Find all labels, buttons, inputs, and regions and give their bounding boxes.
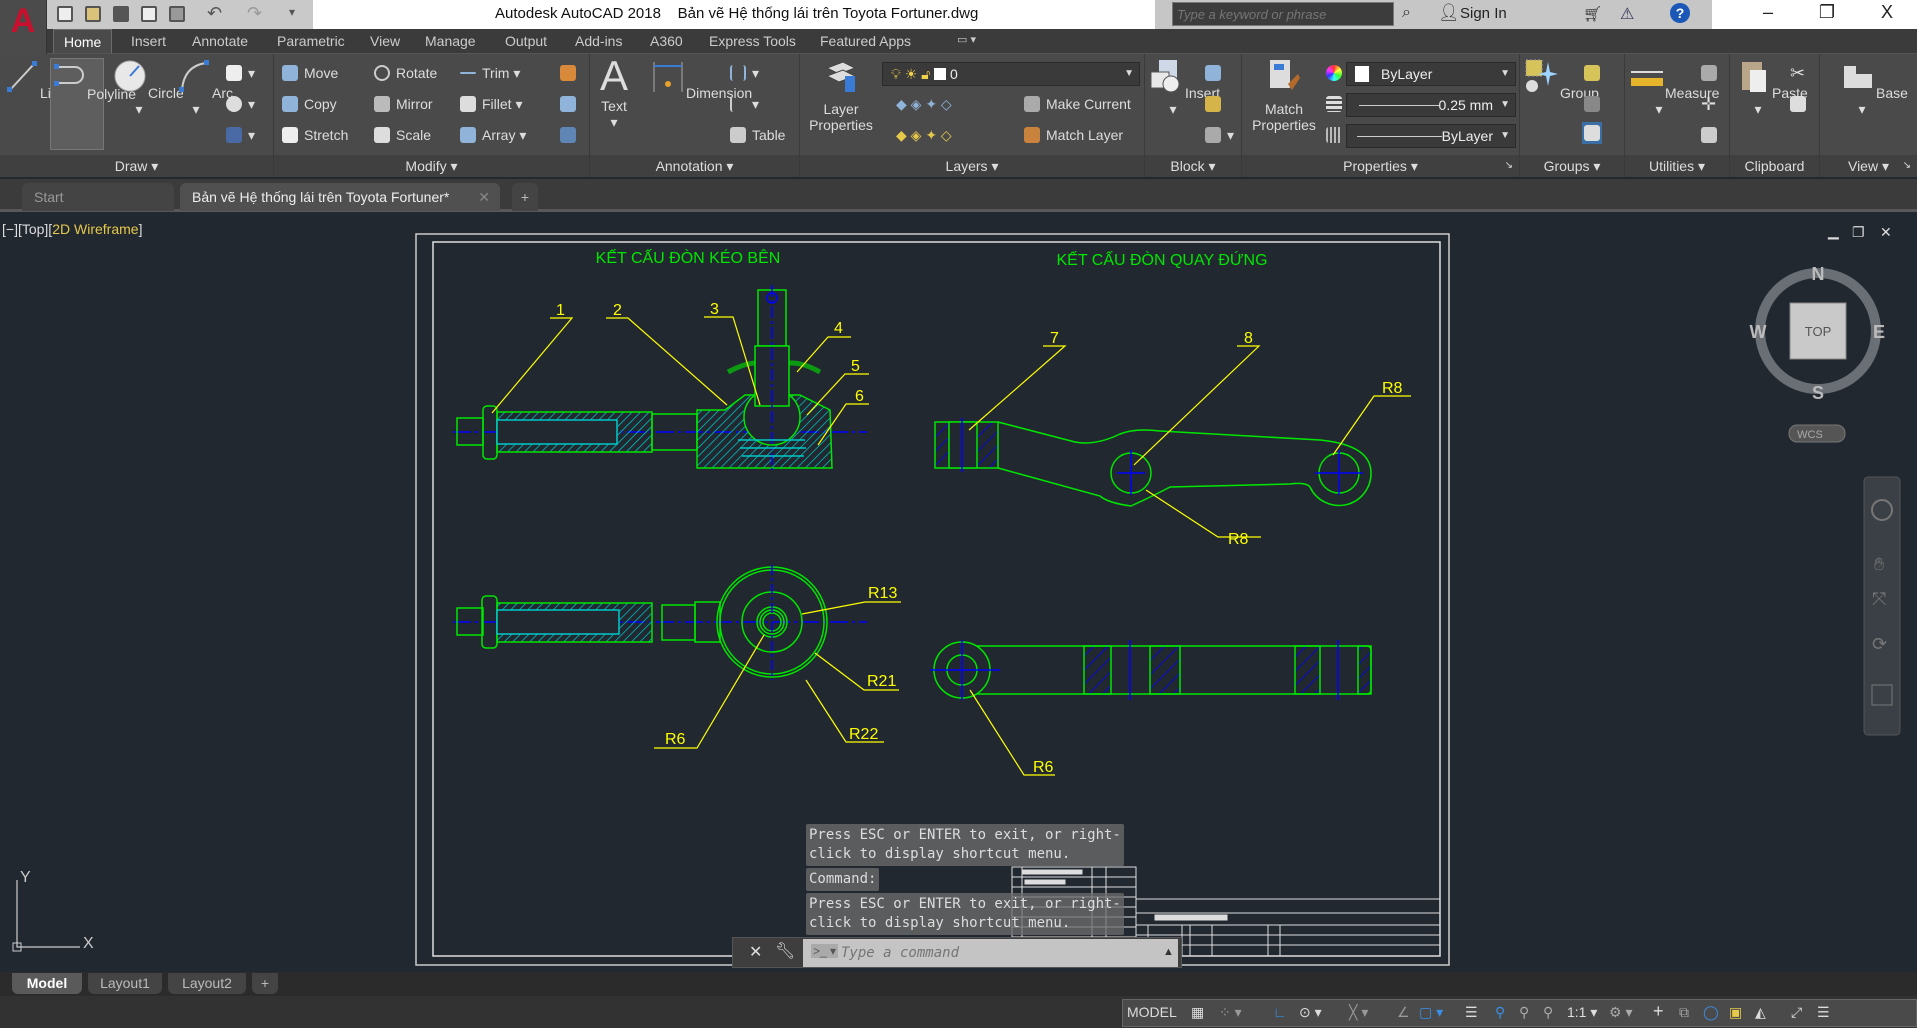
workspace-gear-icon[interactable]: ⚙ ▾: [1609, 1004, 1632, 1021]
label-5: 5: [851, 358, 860, 375]
label-3: 3: [710, 301, 719, 318]
label-6: 6: [855, 388, 864, 405]
orbit-icon[interactable]: ⟳: [1872, 634, 1887, 654]
viewport-controls[interactable]: ▁ ❐ ✕: [1827, 223, 1892, 240]
status-bar: MODEL ▦ ⁘ ▾ ∟ ⊙ ▾ ╳ ▾ ∠ ▢ ▾ ☰ ⚲ ⚲ ⚲ 1:1 …: [0, 996, 1917, 1028]
snap-icon[interactable]: ⁘ ▾: [1219, 1004, 1242, 1021]
add-layout-button[interactable]: +: [252, 973, 278, 994]
model-space-button[interactable]: MODEL: [1127, 1004, 1177, 1020]
ucs-y-label: Y: [20, 869, 31, 886]
command-history-1: Press ESC or ENTER to exit, or right- cl…: [806, 824, 1124, 866]
isolate-objects-icon[interactable]: ◭: [1755, 1004, 1766, 1021]
navigation-bar[interactable]: ✋︎ ⤧ ⟳: [1863, 476, 1901, 736]
annotation-scale-icon[interactable]: ⚲: [1543, 1004, 1553, 1021]
clean-screen-icon[interactable]: ⤢: [1791, 1004, 1802, 1021]
object-snap-icon[interactable]: ▢ ▾: [1419, 1004, 1443, 1021]
ucs-icon: Y X: [12, 869, 94, 952]
compass-w[interactable]: W: [1750, 322, 1767, 342]
compass-n[interactable]: N: [1812, 264, 1825, 284]
steering-arm-side-view: [934, 418, 1372, 507]
lock-ui-icon[interactable]: ▣: [1729, 1004, 1742, 1021]
tab-model[interactable]: Model: [12, 973, 82, 994]
dim-r6-right: R6: [1033, 759, 1054, 776]
viewcube-face-label: TOP: [1805, 324, 1832, 339]
dim-r6-left: R6: [665, 731, 686, 748]
drawing-canvas[interactable]: KẾT CẤU ĐÒN KÉO BÊN KẾT CẤU ĐÒN QUAY ĐỨN…: [0, 0, 1917, 1028]
viewport-restore-icon[interactable]: ❐: [1852, 224, 1865, 240]
label-4: 4: [834, 320, 843, 337]
steering-arm-top-view: [930, 640, 1372, 700]
units-icon[interactable]: ⧉: [1679, 1004, 1689, 1021]
dim-r22: R22: [849, 726, 878, 743]
tab-layout1[interactable]: Layout1: [88, 973, 162, 994]
title-left: KẾT CẤU ĐÒN KÉO BÊN: [596, 248, 781, 267]
viewport-close-icon[interactable]: ✕: [1880, 224, 1892, 240]
label-2: 2: [613, 302, 622, 319]
tie-rod-top-view: [453, 565, 867, 680]
annotation-scale-value[interactable]: 1:1 ▾: [1567, 1004, 1597, 1021]
pan-icon[interactable]: ✋︎: [1874, 554, 1884, 574]
wcs-label: WCS: [1797, 429, 1823, 441]
dim-r8-top: R8: [1382, 380, 1403, 397]
tie-rod-section: [453, 285, 867, 470]
leaders: [491, 316, 1411, 776]
compass-e[interactable]: E: [1873, 322, 1885, 342]
command-prompt-icon[interactable]: >_ ▾: [811, 944, 839, 958]
viewcube[interactable]: TOP N S W E WCS: [1750, 264, 1886, 443]
compass-s[interactable]: S: [1812, 383, 1824, 403]
command-line: ✕ 🔧︎ >_ ▾ ▲: [732, 937, 1182, 968]
command-history-prompt: Command:: [806, 868, 880, 891]
label-8: 8: [1244, 330, 1253, 347]
auto-scale-icon[interactable]: ⚲: [1519, 1004, 1529, 1021]
viewport-minimize-icon[interactable]: ▁: [1827, 223, 1839, 240]
dim-r13: R13: [868, 585, 897, 602]
command-history-2: Press ESC or ENTER to exit, or right- cl…: [806, 893, 1124, 935]
annotation-monitor-icon[interactable]: +: [1653, 1001, 1664, 1022]
customize-wrench-icon[interactable]: 🔧︎: [775, 941, 795, 961]
polar-tracking-icon[interactable]: ⊙ ▾: [1299, 1004, 1322, 1021]
grid-icon[interactable]: ▦: [1191, 1004, 1204, 1021]
dim-r8-bottom: R8: [1228, 531, 1249, 548]
isometric-icon[interactable]: ╳ ▾: [1349, 1004, 1368, 1021]
quick-properties-icon[interactable]: ◯: [1703, 1004, 1719, 1021]
zoom-extents-icon[interactable]: ⤧: [1872, 589, 1886, 609]
label-1: 1: [556, 302, 565, 319]
dim-r21: R21: [867, 673, 896, 690]
lineweight-toggle-icon[interactable]: ☰: [1465, 1004, 1478, 1021]
object-snap-tracking-icon[interactable]: ∠: [1397, 1004, 1410, 1021]
customization-menu-icon[interactable]: ☰: [1817, 1004, 1830, 1021]
ucs-x-label: X: [83, 935, 94, 952]
annotation-visibility-icon[interactable]: ⚲: [1495, 1004, 1505, 1021]
ortho-icon[interactable]: ∟: [1273, 1004, 1287, 1020]
command-history-toggle-icon[interactable]: ▲: [1163, 946, 1174, 958]
status-buttons: MODEL ▦ ⁘ ▾ ∟ ⊙ ▾ ╳ ▾ ∠ ▢ ▾ ☰ ⚲ ⚲ ⚲ 1:1 …: [1122, 999, 1917, 1027]
title-right: KẾT CẤU ĐÒN QUAY ĐỨNG: [1056, 250, 1267, 269]
tab-layout2[interactable]: Layout2: [168, 973, 246, 994]
layout-tabs: Model Layout1 Layout2 +: [0, 972, 1917, 996]
command-input[interactable]: [803, 939, 1178, 967]
label-7: 7: [1050, 330, 1059, 347]
close-command-icon[interactable]: ✕: [749, 942, 762, 962]
